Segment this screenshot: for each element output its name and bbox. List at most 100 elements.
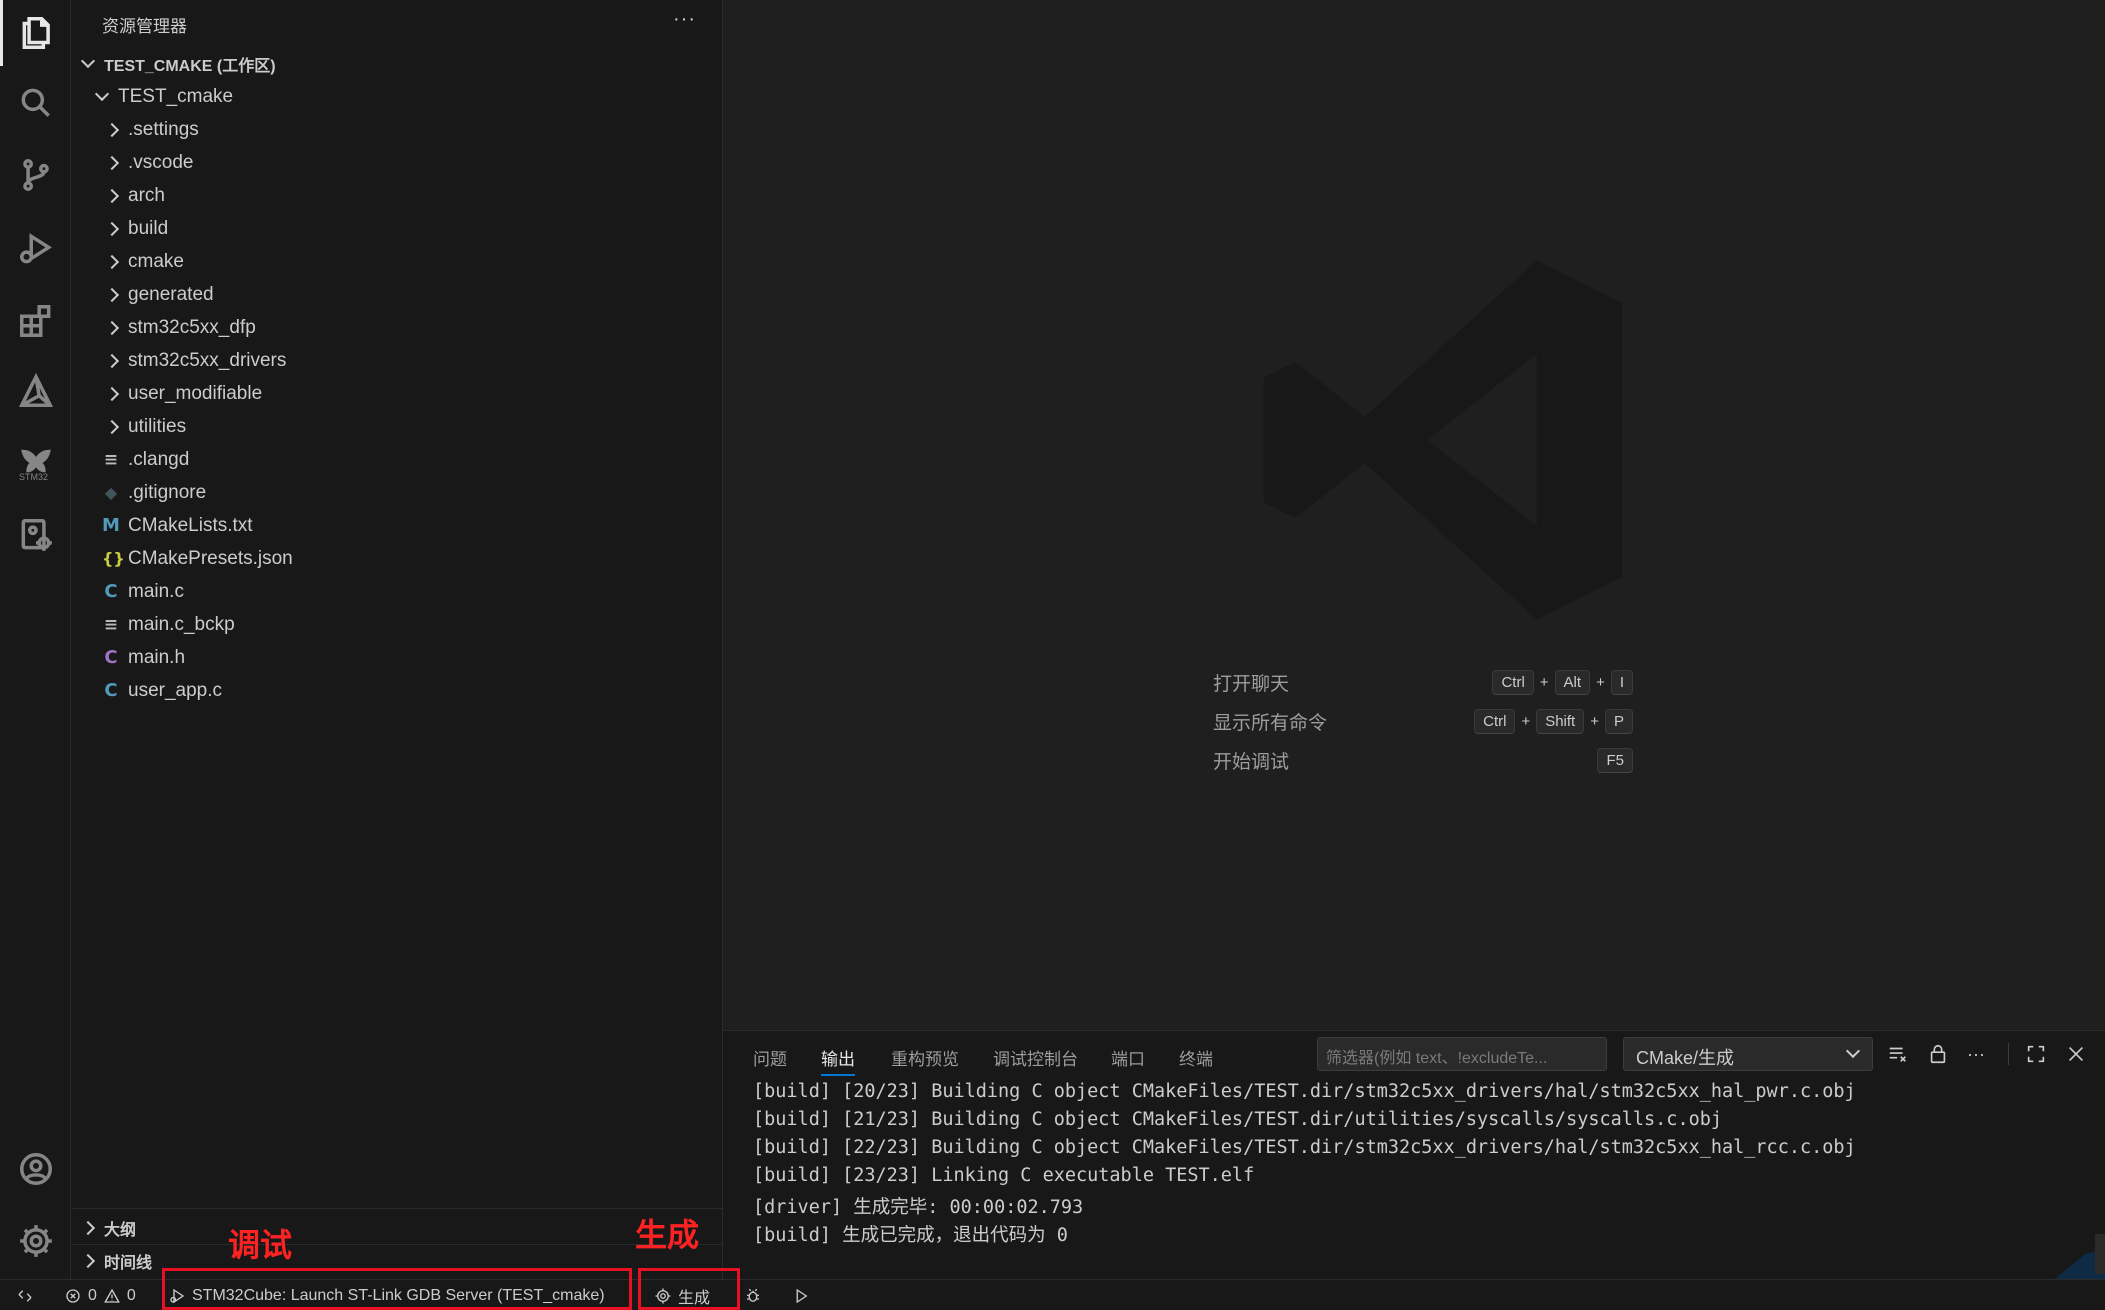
file-item[interactable]: ◆ .gitignore [72,476,722,509]
file-label: main.c [128,580,184,602]
run-button[interactable] [792,1280,810,1310]
extensions-icon[interactable] [0,288,71,354]
editor-area: 打开聊天 Ctrl + Alt + I 显示所有命令 Ctrl + Shift + P 开始调试 F5 [723,0,2105,1030]
panel-tab[interactable]: 调试控制台 [993,1045,1078,1070]
more-actions-icon[interactable]: ··· [673,8,696,31]
root-folder[interactable]: TEST_cmake [72,80,722,113]
stm32-label: STM32 [19,472,49,482]
account-icon[interactable] [0,1136,71,1202]
keybinding: F5 [1597,747,1633,773]
file-item[interactable]: Cuser_app.c [72,674,722,707]
chevron-right-icon [104,417,120,437]
chevron-right-icon [104,351,120,371]
chevron-down-icon [80,53,96,74]
debug-annotation: 调试 [228,1226,293,1264]
folder-item[interactable]: .settings [72,113,722,146]
close-panel-icon[interactable] [2063,1041,2089,1067]
chevron-right-icon [104,186,120,206]
chevron-right-icon [104,120,120,140]
shortcut-hint: 开始调试 F5 [1213,745,1633,775]
folder-label: stm32c5xx_drivers [128,349,287,371]
keybinding-key: Ctrl [1492,669,1534,695]
debug-button[interactable] [744,1280,762,1310]
shortcut-label: 显示所有命令 [1213,712,1328,734]
folder-label: generated [128,283,214,305]
folder-item[interactable]: stm32c5xx_dfp [72,311,722,344]
lock-scroll-icon[interactable] [1925,1041,1951,1067]
keybinding-key: F5 [1597,747,1633,773]
clear-output-icon[interactable] [1885,1041,1911,1067]
remote-explorer-icon[interactable] [0,502,71,568]
output-line: [build] [21/23] Building C object CMakeF… [753,1109,1723,1130]
output-filter-input[interactable]: 筛选器(例如 text、!excludeTe... [1317,1037,1607,1071]
timeline-label: 时间线 [104,1255,153,1272]
file-item[interactable]: Cmain.c [72,575,722,608]
file-item[interactable]: ≡ main.c_bckp [72,608,722,641]
folder-item[interactable]: build [72,212,722,245]
divider [2008,1043,2009,1065]
folder-item[interactable]: stm32c5xx_drivers [72,344,722,377]
file-type-icon: ≡ [103,614,119,635]
maximize-panel-icon[interactable] [2023,1041,2049,1067]
file-item[interactable]: ≡ .clangd [72,443,722,476]
manage-gear-icon[interactable] [0,1208,71,1274]
more-actions-icon[interactable]: ··· [1963,1041,1989,1067]
file-label: main.c_bckp [128,613,235,635]
workspace-header[interactable]: TEST_CMAKE (工作区) [72,47,722,80]
remote-indicator-icon[interactable] [16,1280,34,1310]
panel-tab[interactable]: 端口 [1111,1045,1145,1070]
chevron-right-icon [80,1251,96,1271]
explorer-icon[interactable] [0,0,71,66]
file-label: main.h [128,646,186,668]
problems-indicator[interactable]: 0 0 [64,1280,136,1310]
keybinding-key: Alt [1554,669,1591,695]
folder-item[interactable]: cmake [72,245,722,278]
chevron-right-icon [80,1218,96,1238]
folder-item[interactable]: generated [72,278,722,311]
debug-highlight-box [162,1268,632,1310]
file-item[interactable]: {} CMakePresets.json [72,542,722,575]
folder-item[interactable]: arch [72,179,722,212]
panel-tab[interactable]: 重构预览 [891,1045,959,1070]
chevron-down-icon [1845,1043,1861,1059]
plus-sign: + [1521,712,1531,730]
stm32-icon[interactable] [0,428,71,494]
search-icon[interactable] [0,70,71,136]
folder-item[interactable]: .vscode [72,146,722,179]
outline-section[interactable]: 大纲 [72,1212,722,1244]
panel-tab[interactable]: 终端 [1179,1045,1213,1070]
chevron-right-icon [104,285,120,305]
output-line: [driver] 生成完毕: 00:00:02.793 [753,1197,1084,1218]
folder-label: cmake [128,250,184,272]
shortcut-hint: 打开聊天 Ctrl + Alt + I [1213,667,1633,697]
run-debug-icon[interactable] [0,216,71,282]
file-item[interactable]: M CMakeLists.txt [72,509,722,542]
explorer-sidebar: 资源管理器 ··· TEST_CMAKE (工作区) TEST_cmake .s… [72,0,723,1279]
folder-item[interactable]: user_modifiable [72,377,722,410]
error-icon [66,1288,80,1303]
error-count: 0 [88,1286,97,1304]
chevron-right-icon [104,153,120,173]
bug-icon [747,1288,759,1302]
plus-sign: + [1596,673,1605,691]
shortcut-label: 开始调试 [1213,751,1290,773]
output-channel-select[interactable]: CMake/生成 [1623,1037,1873,1071]
output-line: [build] [22/23] Building C object CMakeF… [753,1137,1856,1158]
file-label: .clangd [128,448,190,470]
file-label: CMakePresets.json [128,547,293,569]
keybinding-key: I [1610,669,1633,695]
divider [72,1208,722,1209]
panel-tab[interactable]: 输出 [821,1045,855,1076]
panel-tab[interactable]: 问题 [753,1045,787,1070]
chevron-right-icon [104,219,120,239]
cmake-icon[interactable] [0,358,71,424]
source-control-icon[interactable] [0,142,71,208]
file-type-icon: {} [102,549,125,568]
chevron-right-icon [104,384,120,404]
output-line: [build] 生成已完成，退出代码为 0 [753,1225,1068,1246]
file-item[interactable]: Cmain.h [72,641,722,674]
file-label: .gitignore [128,481,207,503]
outline-label: 大纲 [104,1222,137,1239]
plus-sign: + [1539,673,1549,691]
folder-item[interactable]: utilities [72,410,722,443]
